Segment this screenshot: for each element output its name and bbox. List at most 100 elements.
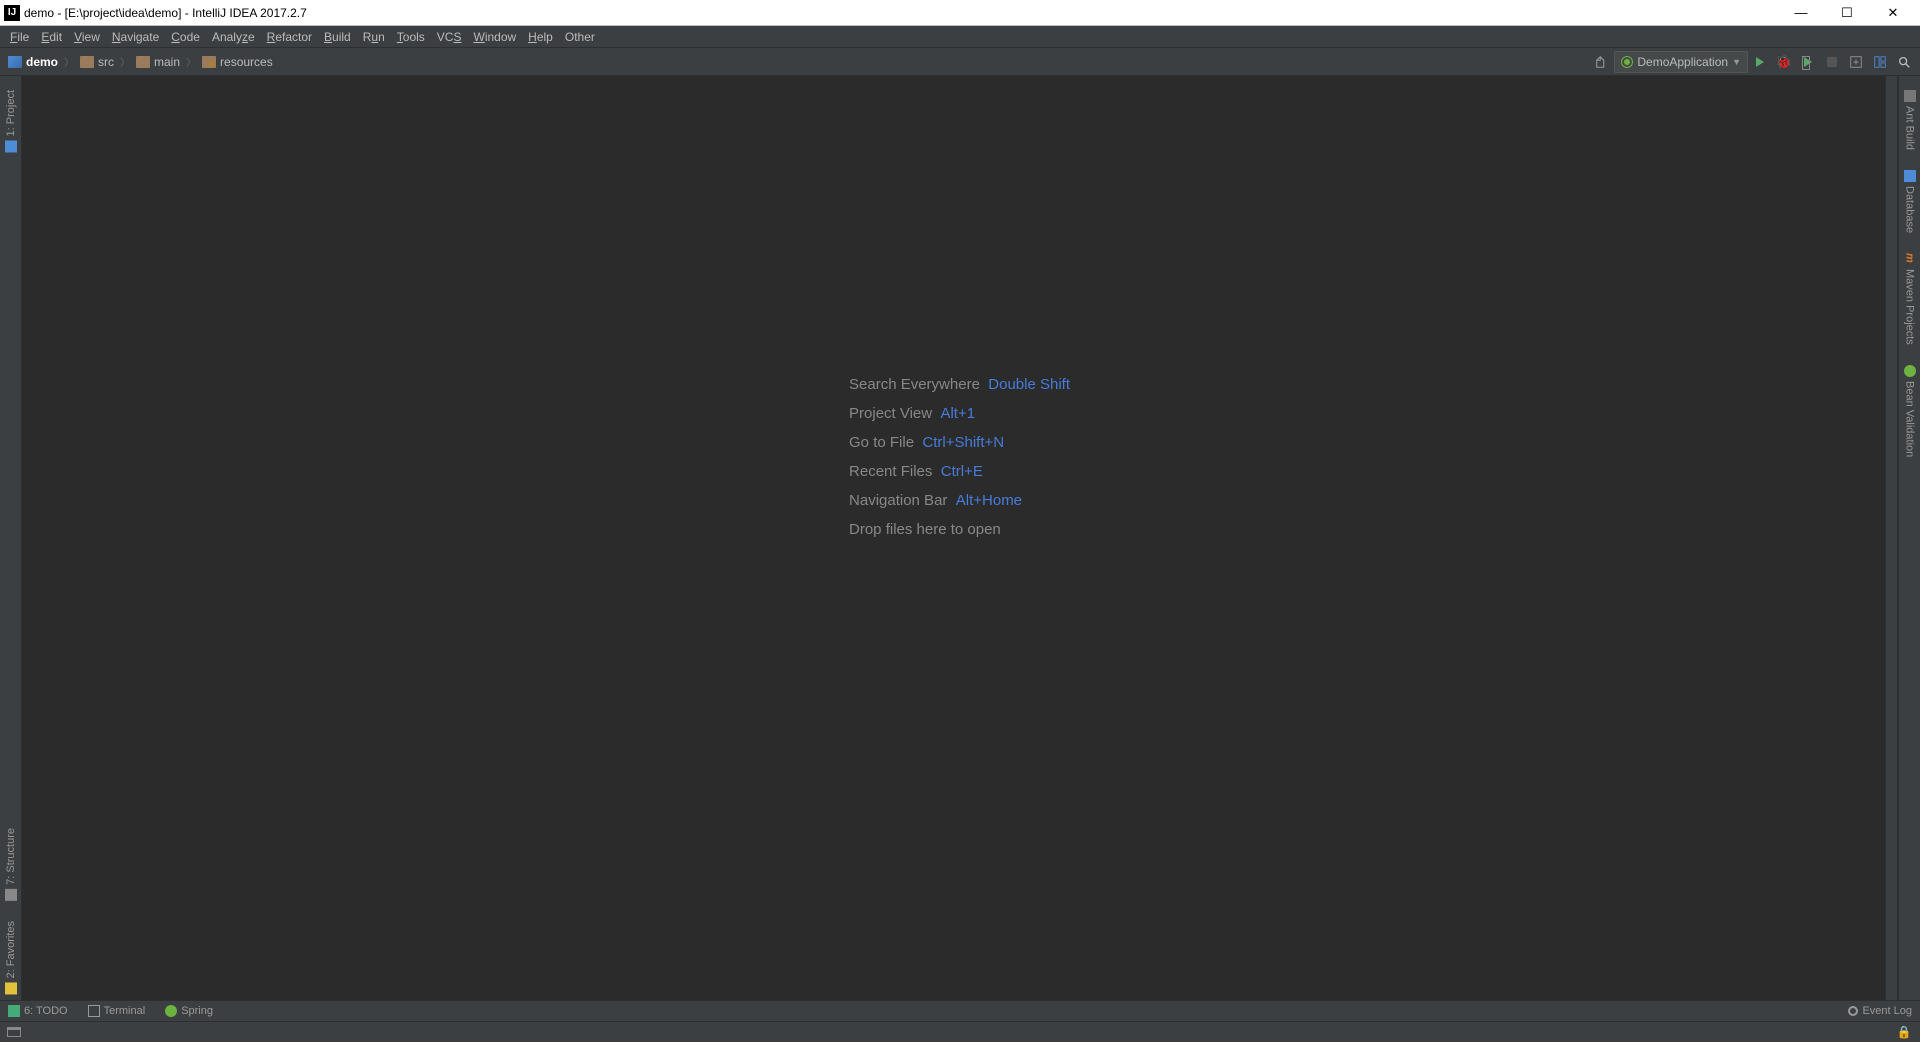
intellij-icon: IJ [4, 5, 20, 21]
hint-shortcut: Ctrl+Shift+N [922, 434, 1004, 451]
menu-navigate[interactable]: Navigate [106, 26, 165, 48]
breadcrumb-demo[interactable]: demo [4, 51, 62, 73]
favorites-tool-icon [5, 982, 17, 994]
search-everywhere-button[interactable] [1893, 51, 1915, 73]
bug-icon: 🐞 [1776, 54, 1792, 70]
window-controls: — ☐ ✕ [1778, 0, 1916, 26]
tool-tab-terminal[interactable]: Terminal [84, 1005, 150, 1017]
right-tool-gutter: Ant Build Database m Maven Projects Bean … [1898, 76, 1920, 1000]
tool-tab-label: Event Log [1862, 1005, 1912, 1017]
lock-icon: 🔒 [1897, 1025, 1912, 1039]
tool-tab-favorites[interactable]: 2: Favorites [3, 915, 19, 1000]
terminal-icon [88, 1005, 100, 1017]
menu-run[interactable]: Run [357, 26, 391, 48]
ant-tool-icon [1904, 90, 1916, 102]
read-only-toggle[interactable]: 🔒 [1893, 1021, 1915, 1042]
editor-scrollbar[interactable] [1885, 76, 1897, 1000]
folder-icon [80, 56, 94, 68]
debug-button[interactable]: 🐞 [1773, 51, 1795, 73]
database-tool-icon [1904, 170, 1916, 182]
menu-view[interactable]: View [68, 26, 106, 48]
breadcrumb-separator-icon: 〉 [186, 54, 196, 69]
window-title: demo - [E:\project\idea\demo] - IntelliJ… [24, 6, 1778, 20]
tool-windows-icon [7, 1027, 21, 1037]
tool-tab-database[interactable]: Database [1902, 164, 1918, 239]
shortcuts-hint-panel: Search Everywhere Double Shift Project V… [849, 376, 1070, 550]
update-project-button[interactable] [1845, 51, 1867, 73]
stop-icon [1827, 57, 1837, 67]
hint-shortcut: Alt+Home [956, 492, 1022, 509]
hint-shortcut: Alt+1 [940, 405, 975, 422]
tool-tab-event-log[interactable]: Event Log [1844, 1005, 1916, 1017]
left-tool-gutter: 1: Project 7: Structure 2: Favorites [0, 76, 22, 1000]
breadcrumb-src[interactable]: src [76, 51, 118, 73]
editor-empty-state[interactable]: Search Everywhere Double Shift Project V… [22, 76, 1898, 1000]
tool-tab-structure[interactable]: 7: Structure [3, 822, 19, 907]
window-titlebar: IJ demo - [E:\project\idea\demo] - Intel… [0, 0, 1920, 26]
minimize-button[interactable]: — [1778, 0, 1824, 26]
tool-tab-spring[interactable]: Spring [161, 1005, 217, 1017]
menu-analyze[interactable]: Analyze [206, 26, 261, 48]
coverage-icon [1804, 57, 1812, 67]
menu-vcs[interactable]: VCS [431, 26, 468, 48]
tool-tab-todo[interactable]: 6: TODO [4, 1005, 72, 1017]
breadcrumb: demo 〉 src 〉 main 〉 resources [4, 51, 277, 73]
breadcrumb-label: src [98, 55, 114, 69]
maximize-button[interactable]: ☐ [1824, 0, 1870, 26]
tool-tab-label: Ant Build [1904, 106, 1916, 150]
tool-tab-project[interactable]: 1: Project [3, 84, 19, 158]
menu-build[interactable]: Build [318, 26, 357, 48]
hint-row: Go to File Ctrl+Shift+N [849, 434, 1070, 451]
menu-help[interactable]: Help [522, 26, 559, 48]
breadcrumb-separator-icon: 〉 [120, 54, 130, 69]
spring-icon [165, 1005, 177, 1017]
tool-tab-label: Bean Validation [1904, 381, 1916, 457]
breadcrumb-separator-icon: 〉 [64, 54, 74, 69]
tool-tab-maven[interactable]: m Maven Projects [1902, 247, 1918, 351]
project-folder-icon [8, 56, 22, 68]
run-with-coverage-button[interactable] [1797, 51, 1819, 73]
hint-label: Go to File [849, 434, 914, 451]
tool-windows-quick-access-button[interactable] [5, 1024, 23, 1040]
tool-tab-bean-validation[interactable]: Bean Validation [1902, 359, 1918, 463]
event-log-icon [1848, 1006, 1858, 1016]
hint-shortcut: Ctrl+E [941, 463, 983, 480]
breadcrumb-label: demo [26, 55, 58, 69]
build-project-button[interactable] [1591, 51, 1613, 73]
resources-folder-icon [202, 56, 216, 68]
project-structure-button[interactable] [1869, 51, 1891, 73]
close-button[interactable]: ✕ [1870, 0, 1916, 26]
menu-window[interactable]: Window [467, 26, 522, 48]
maven-tool-icon: m [1904, 253, 1916, 265]
spring-icon [1621, 56, 1633, 68]
hint-row: Recent Files Ctrl+E [849, 463, 1070, 480]
menu-tools[interactable]: Tools [391, 26, 431, 48]
tool-tab-label: Database [1904, 186, 1916, 233]
hint-row: Navigation Bar Alt+Home [849, 492, 1070, 509]
tool-tab-label: 2: Favorites [5, 921, 17, 978]
project-tool-icon [5, 140, 17, 152]
menu-refactor[interactable]: Refactor [261, 26, 318, 48]
tool-tab-label: 1: Project [5, 90, 17, 136]
breadcrumb-main[interactable]: main [132, 51, 184, 73]
run-configuration-selector[interactable]: DemoApplication ▼ [1614, 51, 1748, 73]
hint-row: Project View Alt+1 [849, 405, 1070, 422]
stop-button[interactable] [1821, 51, 1843, 73]
todo-icon [8, 1005, 20, 1017]
run-configuration-label: DemoApplication [1637, 55, 1728, 69]
hint-label: Project View [849, 405, 932, 422]
breadcrumb-label: main [154, 55, 180, 69]
folder-icon [136, 56, 150, 68]
breadcrumb-resources[interactable]: resources [198, 51, 277, 73]
hint-row: Search Everywhere Double Shift [849, 376, 1070, 393]
menu-code[interactable]: Code [165, 26, 206, 48]
menu-file[interactable]: File [4, 26, 35, 48]
dropdown-arrow-icon: ▼ [1732, 57, 1741, 67]
menu-edit[interactable]: Edit [35, 26, 68, 48]
bean-validation-tool-icon [1904, 365, 1916, 377]
tool-tab-ant[interactable]: Ant Build [1902, 84, 1918, 156]
run-button[interactable] [1749, 51, 1771, 73]
menu-other[interactable]: Other [559, 26, 601, 48]
tool-tab-label: Maven Projects [1904, 269, 1916, 345]
tool-tab-label: Terminal [104, 1005, 146, 1017]
